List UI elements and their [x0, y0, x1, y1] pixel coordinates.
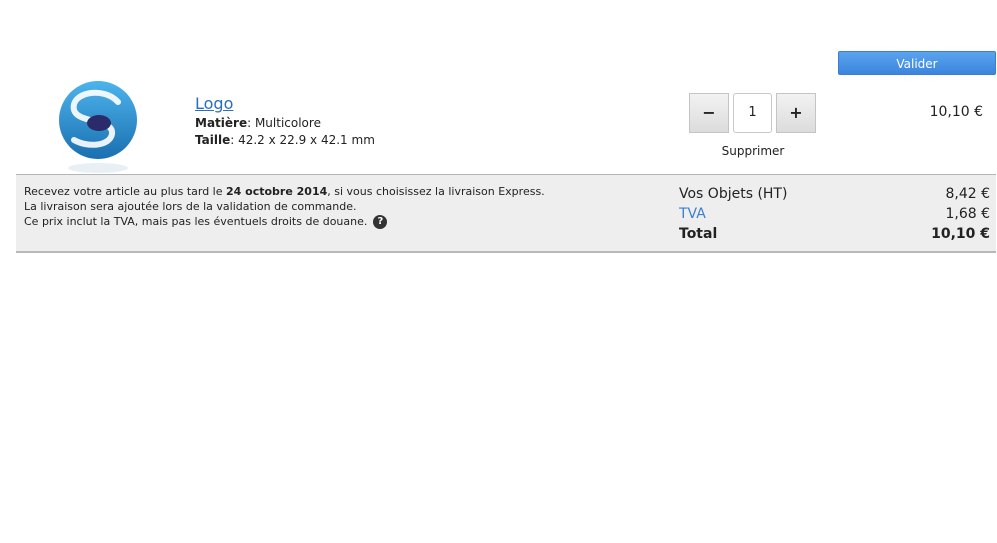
delivery-date: 24 octobre 2014	[226, 185, 328, 198]
product-logo-image	[59, 81, 137, 173]
total-label: Total	[679, 226, 718, 242]
help-icon[interactable]: ?	[373, 215, 388, 229]
size-label: Taille	[195, 133, 231, 147]
material-label: Matière	[195, 116, 248, 130]
total-value: 10,10 €	[931, 226, 990, 242]
decrease-quantity-button[interactable]: −	[689, 93, 729, 133]
delivery-fee-note: La livraison sera ajoutée lors de la val…	[24, 200, 357, 213]
delivery-date-note: Recevez votre article au plus tard le 24…	[24, 185, 545, 198]
tax-note: Ce prix inclut la TVA, mais pas les éven…	[24, 215, 388, 229]
size-value: : 42.2 x 22.9 x 42.1 mm	[230, 133, 375, 147]
delivery-note-pre: Recevez votre article au plus tard le	[24, 185, 227, 198]
remove-item-link[interactable]: Supprimer	[712, 144, 794, 158]
tax-note-text: Ce prix inclut la TVA, mais pas les éven…	[24, 215, 368, 228]
delivery-note-post: , si vous choisissez la livraison Expres…	[327, 185, 545, 198]
product-size: Taille: 42.2 x 22.9 x 42.1 mm	[195, 133, 375, 147]
product-material: Matière: Multicolore	[195, 116, 321, 130]
material-value: : Multicolore	[247, 116, 321, 130]
tva-link[interactable]: TVA	[679, 206, 706, 222]
objects-label: Vos Objets (HT)	[679, 186, 788, 202]
increase-quantity-button[interactable]: +	[776, 93, 816, 133]
tva-value: 1,68 €	[945, 206, 990, 222]
product-name-link[interactable]: Logo	[195, 94, 233, 113]
quantity-input[interactable]: 1	[733, 93, 772, 133]
order-summary: Recevez votre article au plus tard le 24…	[16, 174, 996, 253]
objects-value: 8,42 €	[945, 186, 990, 202]
validate-button[interactable]: Valider	[838, 51, 996, 75]
product-price: 10,10 €	[929, 104, 983, 120]
